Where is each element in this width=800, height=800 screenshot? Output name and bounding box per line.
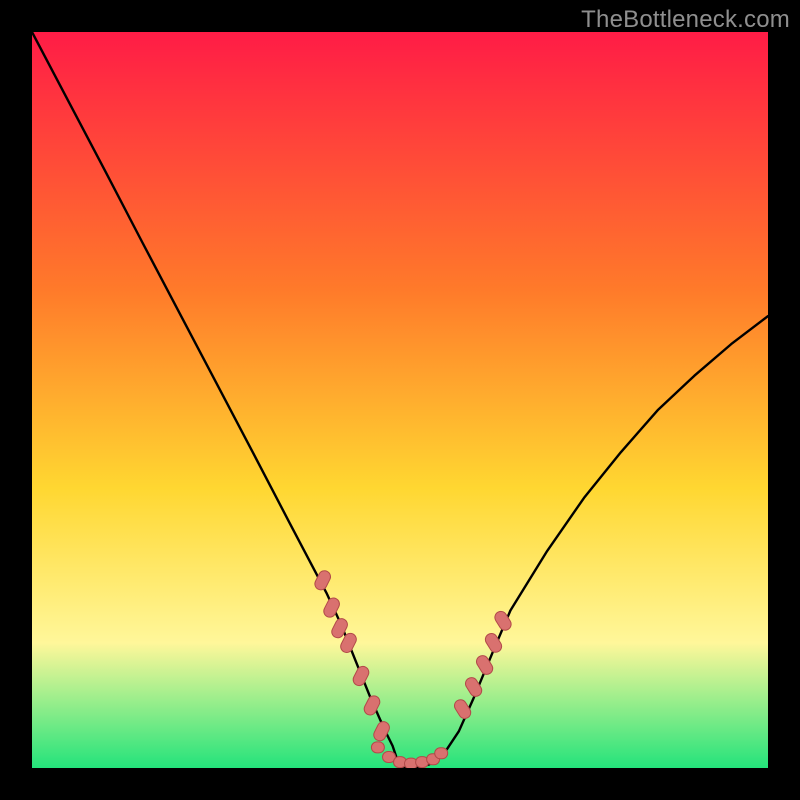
gradient-background xyxy=(32,32,768,768)
marker-dot xyxy=(435,748,448,759)
chart-svg xyxy=(32,32,768,768)
marker-dot xyxy=(371,742,384,753)
chart-frame: TheBottleneck.com xyxy=(0,0,800,800)
plot-area xyxy=(32,32,768,768)
watermark-label: TheBottleneck.com xyxy=(581,6,790,34)
